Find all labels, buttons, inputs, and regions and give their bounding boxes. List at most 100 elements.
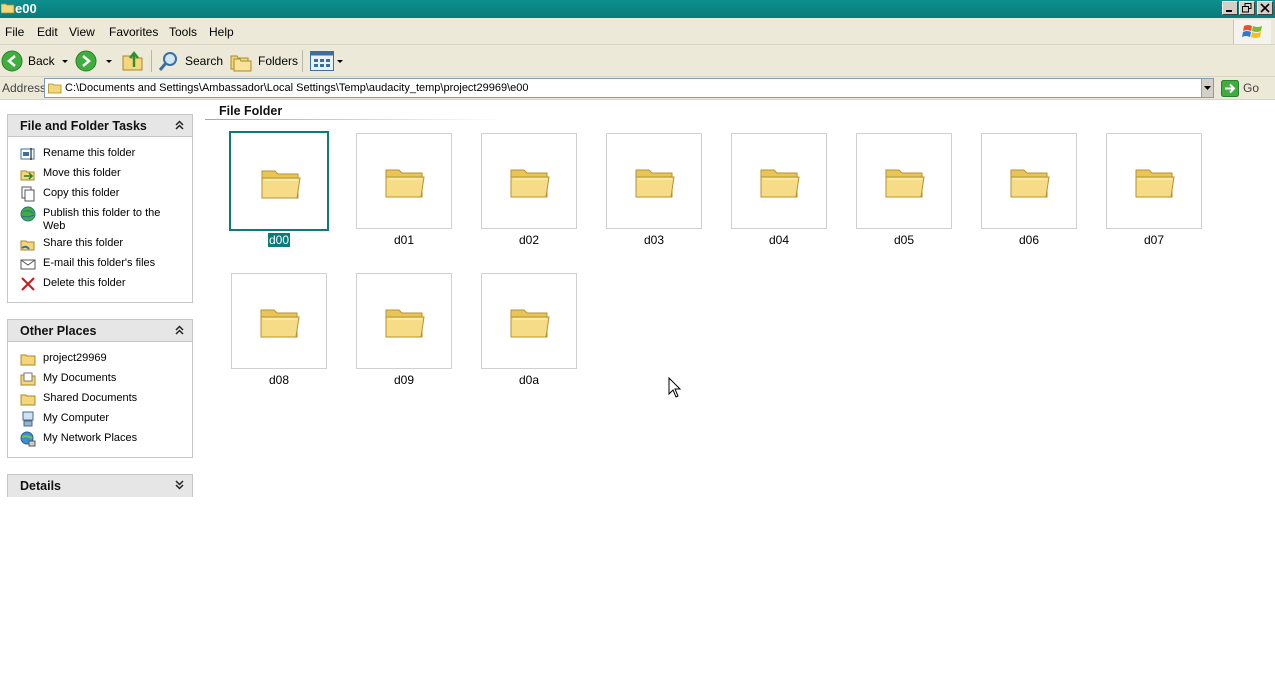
close-button[interactable]	[1257, 1, 1273, 15]
folder-name: d00	[229, 233, 329, 247]
address-input[interactable]: C:\Documents and Settings\Ambassador\Loc…	[44, 78, 1214, 98]
chevron-down-icon	[62, 60, 68, 63]
rename-icon	[20, 148, 35, 160]
go-label: Go	[1243, 81, 1260, 95]
chevron-down-icon	[337, 60, 343, 63]
menu-tools[interactable]: Tools	[169, 25, 197, 39]
panel-header[interactable]: Other Places	[8, 320, 192, 342]
folder-thumbnail[interactable]	[229, 131, 329, 231]
folder-item[interactable]: d03	[604, 131, 704, 251]
folder-name: d03	[604, 233, 704, 247]
folder-thumbnail[interactable]	[606, 133, 702, 229]
folder-name-text: d02	[518, 233, 540, 247]
toolbar-separator	[302, 50, 303, 72]
back-arrow-icon	[1, 50, 23, 72]
views-button[interactable]	[308, 48, 344, 74]
folder-thumbnail[interactable]	[481, 133, 577, 229]
publish-icon	[20, 206, 36, 222]
folder-thumbnail[interactable]	[981, 133, 1077, 229]
place-label: Shared Documents	[43, 392, 138, 404]
folder-name: d01	[354, 233, 454, 247]
panel-title: File and Folder Tasks	[20, 119, 147, 133]
expand-chevron-icon[interactable]	[175, 480, 184, 490]
folder-name-text: d08	[268, 373, 290, 387]
folder-item[interactable]: d05	[854, 131, 954, 251]
up-folder-button[interactable]	[121, 48, 145, 74]
folder-icon	[635, 169, 675, 198]
restore-icon	[1242, 3, 1252, 13]
search-button[interactable]: Search	[158, 48, 224, 74]
place-label: My Network Places	[43, 432, 138, 444]
back-label: Back	[28, 54, 55, 68]
go-button[interactable]: Go	[1221, 79, 1271, 98]
folder-item[interactable]: d0a	[479, 271, 579, 391]
folder-item[interactable]: d00	[229, 131, 329, 251]
address-label: Address	[2, 81, 47, 95]
folder-name: d09	[354, 373, 454, 387]
folder-thumbnail[interactable]	[356, 133, 452, 229]
task-label: Publish this folder to the Web	[43, 207, 161, 232]
folders-button[interactable]: Folders	[230, 48, 299, 74]
my-documents-icon	[20, 372, 36, 386]
folder-name-text: d0a	[518, 373, 540, 387]
minimize-button[interactable]	[1222, 1, 1238, 15]
restore-button[interactable]	[1239, 1, 1255, 15]
folder-name: d02	[479, 233, 579, 247]
folder-thumbnail[interactable]	[1106, 133, 1202, 229]
folder-name: d05	[854, 233, 954, 247]
copy-icon	[21, 186, 35, 202]
forward-button[interactable]	[75, 48, 115, 74]
folder-thumbnail[interactable]	[481, 273, 577, 369]
title-bar[interactable]: e00	[0, 0, 1275, 18]
task-label: Rename this folder	[43, 147, 136, 159]
task-label: Copy this folder	[43, 187, 120, 199]
folder-name-text: d06	[1018, 233, 1040, 247]
folder-name: d06	[979, 233, 1079, 247]
collapse-chevron-icon[interactable]	[175, 120, 184, 130]
folder-thumbnail[interactable]	[231, 273, 327, 369]
folder-icon	[261, 170, 301, 199]
folder-icon	[260, 309, 300, 338]
folders-label: Folders	[258, 54, 299, 68]
folder-thumbnail[interactable]	[356, 273, 452, 369]
email-icon	[20, 259, 36, 270]
folder-thumbnail[interactable]	[856, 133, 952, 229]
file-folder-tasks-panel: File and Folder Tasks Rename this folder…	[7, 114, 193, 303]
menu-help[interactable]: Help	[209, 25, 234, 39]
menu-edit[interactable]: Edit	[37, 25, 58, 39]
folder-icon	[1135, 169, 1175, 198]
menu-file[interactable]: File	[5, 25, 24, 39]
toolbar-separator	[151, 50, 152, 72]
task-label: E-mail this folder's files	[43, 257, 156, 269]
windows-flag-icon	[1242, 25, 1262, 38]
folder-icon	[48, 83, 62, 94]
address-dropdown-button[interactable]	[1201, 79, 1213, 97]
folder-item[interactable]: d02	[479, 131, 579, 251]
menu-favorites[interactable]: Favorites	[109, 25, 158, 39]
folder-name-text: d00	[267, 233, 291, 247]
folder-item[interactable]: d09	[354, 271, 454, 391]
group-divider	[205, 119, 505, 120]
folders-icon	[230, 55, 252, 72]
folder-name-text: d04	[768, 233, 790, 247]
folder-item[interactable]: d08	[229, 271, 329, 391]
folder-item[interactable]: d06	[979, 131, 1079, 251]
computer-icon	[22, 411, 34, 427]
go-arrow-icon	[1221, 80, 1239, 97]
back-button[interactable]: Back	[1, 48, 69, 74]
panel-header[interactable]: Details	[8, 475, 192, 497]
delete-icon	[21, 277, 35, 291]
chevron-down-icon	[106, 60, 112, 63]
folder-item[interactable]: d07	[1104, 131, 1204, 251]
folder-item[interactable]: d04	[729, 131, 829, 251]
folder-item[interactable]: d01	[354, 131, 454, 251]
views-icon	[310, 51, 334, 71]
panel-header[interactable]: File and Folder Tasks	[8, 115, 192, 137]
menu-bar: File Edit View Favorites Tools Help	[0, 18, 1275, 45]
folder-name-text: d01	[393, 233, 415, 247]
folder-icon	[1, 3, 15, 14]
collapse-chevron-icon[interactable]	[175, 325, 184, 335]
menu-view[interactable]: View	[69, 25, 95, 39]
close-icon	[1260, 3, 1270, 13]
folder-thumbnail[interactable]	[731, 133, 827, 229]
